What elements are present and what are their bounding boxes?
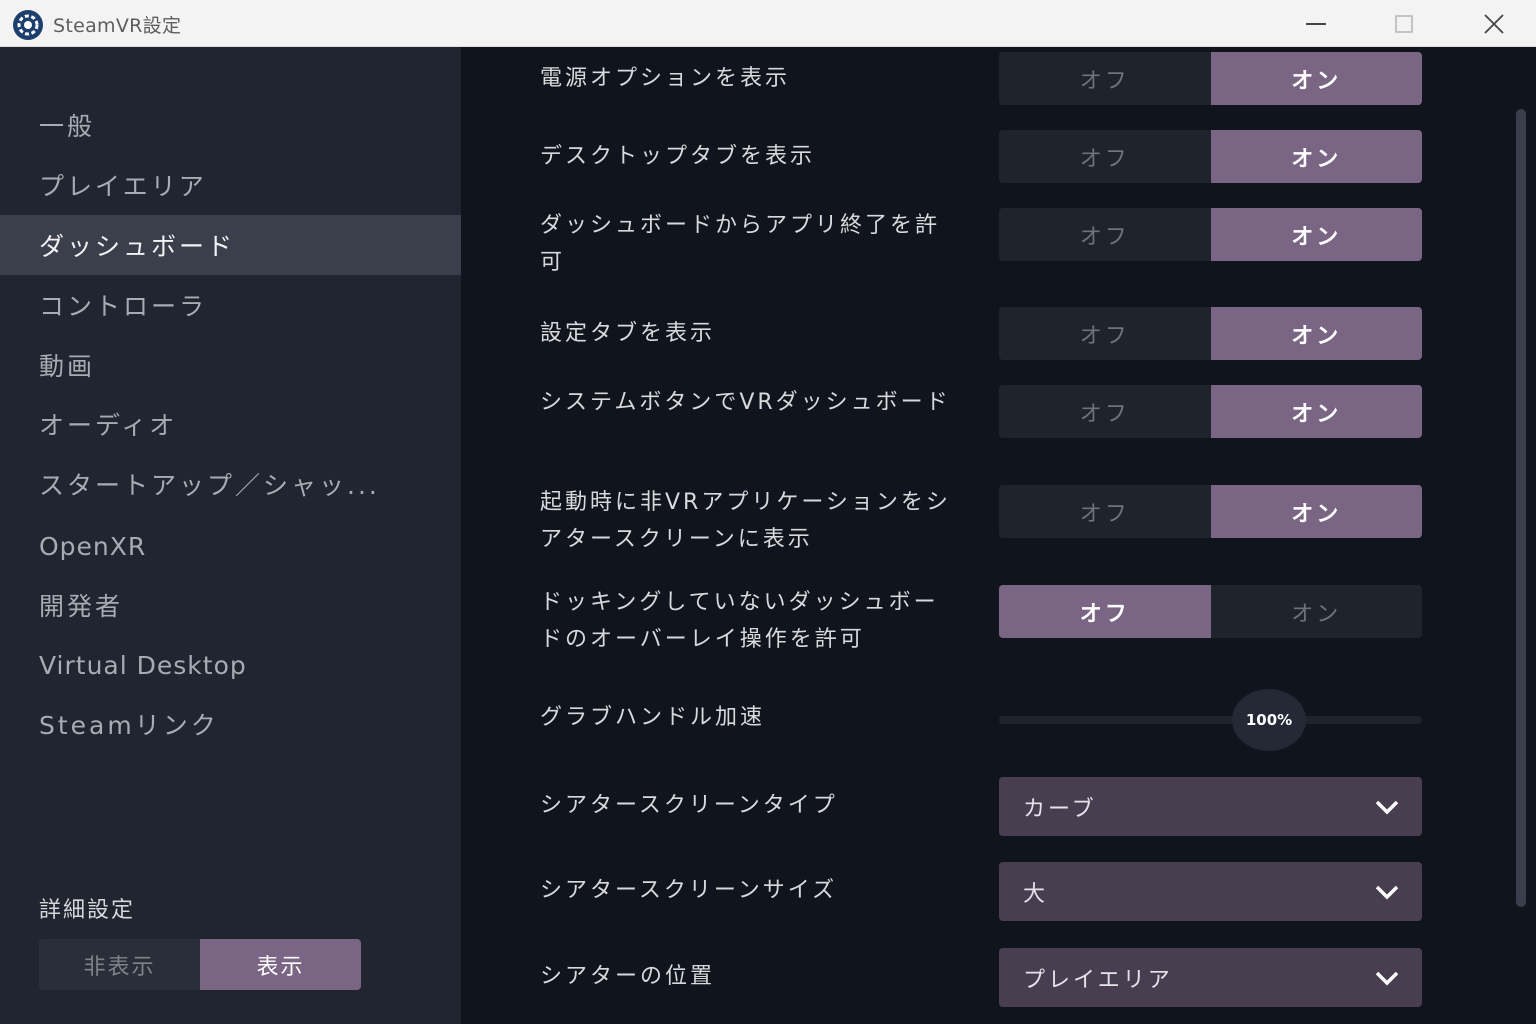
toggle-non-vr-theater: オフ オン xyxy=(999,485,1422,538)
sidebar-item-audio[interactable]: オーディオ xyxy=(0,394,461,454)
sidebar: 一般 プレイエリア ダッシュボード コントローラ 動画 オーディオ スタートアッ… xyxy=(0,47,461,1024)
setting-label-undocked-overlay: ドッキングしていないダッシュボードのオーバーレイ操作を許可 xyxy=(540,590,939,652)
theater-size-dropdown[interactable]: 大 xyxy=(999,862,1422,921)
minimize-button[interactable] xyxy=(1275,0,1359,47)
close-button[interactable] xyxy=(1452,0,1536,47)
toggle-on-button[interactable]: オン xyxy=(1210,485,1422,538)
toggle-system-button-dashboard: オフ オン xyxy=(999,385,1422,438)
toggle-off-button[interactable]: オフ xyxy=(999,385,1211,438)
sidebar-item-developer[interactable]: 開発者 xyxy=(0,575,461,635)
close-icon xyxy=(1484,13,1504,34)
sidebar-item-virtual-desktop[interactable]: Virtual Desktop xyxy=(0,635,461,695)
settings-panel: 電源オプションを表示 オフ オン デスクトップタブを表示 オフ オン ダッシュボ… xyxy=(461,47,1536,1024)
minimize-icon xyxy=(1306,22,1326,25)
sidebar-item-play-area[interactable]: プレイエリア xyxy=(0,155,461,215)
title-bar: SteamVR設定 xyxy=(0,0,1536,47)
sidebar-item-steam-link[interactable]: Steamリンク xyxy=(0,694,461,754)
toggle-on-button[interactable]: オン xyxy=(1211,585,1423,638)
theater-type-value: カーブ xyxy=(1023,796,1097,822)
setting-label-theater-position: シアターの位置 xyxy=(540,964,716,989)
theater-size-value: 大 xyxy=(1023,881,1049,907)
toggle-undocked-overlay: オフ オン xyxy=(999,585,1422,638)
grab-handle-slider-track[interactable] xyxy=(999,716,1422,724)
toggle-settings-tab: オフ オン xyxy=(999,307,1422,360)
sidebar-item-openxr[interactable]: OpenXR xyxy=(0,516,461,576)
chevron-down-icon xyxy=(1375,885,1399,900)
setting-label-theater-size: シアタースクリーンサイズ xyxy=(540,878,838,903)
toggle-off-button[interactable]: オフ xyxy=(999,130,1211,183)
advanced-show-button[interactable]: 表示 xyxy=(200,939,361,990)
toggle-on-button[interactable]: オン xyxy=(1210,307,1422,360)
toggle-off-button[interactable]: オフ xyxy=(999,52,1211,105)
advanced-hide-button[interactable]: 非表示 xyxy=(39,939,200,990)
sidebar-item-video[interactable]: 動画 xyxy=(0,335,461,395)
theater-position-value: プレイエリア xyxy=(1023,967,1173,993)
setting-label-theater-type: シアタースクリーンタイプ xyxy=(540,793,838,818)
chevron-down-icon xyxy=(1375,800,1399,815)
setting-label-non-vr-theater: 起動時に非VRアプリケーションをシアタースクリーンに表示 xyxy=(540,490,951,552)
advanced-settings-label: 詳細設定 xyxy=(39,898,136,923)
toggle-on-button[interactable]: オン xyxy=(1210,385,1422,438)
setting-label-quit-app: ダッシュボードからアプリ終了を許可 xyxy=(540,213,941,275)
setting-label-power-options: 電源オプションを表示 xyxy=(540,66,791,91)
toggle-off-button[interactable]: オフ xyxy=(999,307,1211,360)
maximize-button[interactable] xyxy=(1362,0,1446,47)
theater-position-dropdown[interactable]: プレイエリア xyxy=(999,948,1422,1007)
grab-handle-slider-knob[interactable]: 100% xyxy=(1232,689,1306,751)
setting-label-desktop-tab: デスクトップタブを表示 xyxy=(540,144,816,169)
sidebar-item-general[interactable]: 一般 xyxy=(0,95,461,155)
toggle-power-options: オフ オン xyxy=(999,52,1422,105)
steamvr-gear-icon xyxy=(13,10,43,40)
sidebar-item-startup-shutdown[interactable]: スタートアップ／シャッ... xyxy=(0,454,461,514)
advanced-settings-toggle: 非表示 表示 xyxy=(39,939,361,990)
sidebar-item-controllers[interactable]: コントローラ xyxy=(0,275,461,335)
setting-label-system-button-dashboard: システムボタンでVRダッシュボード xyxy=(540,390,951,415)
theater-type-dropdown[interactable]: カーブ xyxy=(999,777,1422,836)
toggle-off-button[interactable]: オフ xyxy=(999,208,1211,261)
toggle-off-button[interactable]: オフ xyxy=(999,485,1211,538)
sidebar-item-dashboard[interactable]: ダッシュボード xyxy=(0,215,461,275)
toggle-desktop-tab: オフ オン xyxy=(999,130,1422,183)
setting-label-settings-tab: 設定タブを表示 xyxy=(540,321,716,346)
chevron-down-icon xyxy=(1375,971,1399,986)
toggle-on-button[interactable]: オン xyxy=(1210,52,1422,105)
toggle-quit-app: オフ オン xyxy=(999,208,1422,261)
steamvr-settings-window: SteamVR設定 一般 プレイエリア ダッシュボード コントローラ 動画 オー… xyxy=(0,0,1536,1024)
maximize-icon xyxy=(1395,14,1413,33)
toggle-on-button[interactable]: オン xyxy=(1210,208,1422,261)
window-title: SteamVR設定 xyxy=(53,15,182,37)
toggle-off-button[interactable]: オフ xyxy=(999,585,1211,638)
setting-label-grab-handle: グラブハンドル加速 xyxy=(540,705,766,730)
scrollbar-thumb[interactable] xyxy=(1516,109,1526,907)
toggle-on-button[interactable]: オン xyxy=(1210,130,1422,183)
